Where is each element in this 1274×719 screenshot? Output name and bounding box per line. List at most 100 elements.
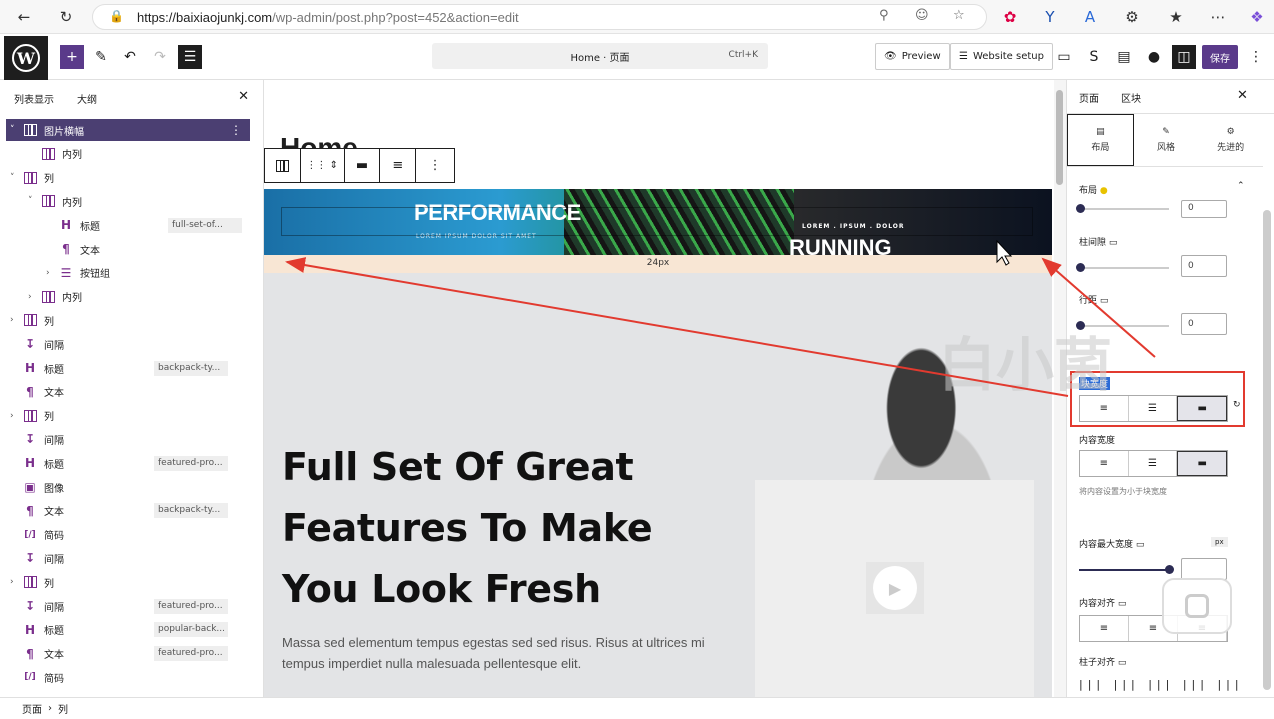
list-item[interactable]: H 标题 popular-back... <box>6 619 250 641</box>
breadcrumb-page[interactable]: 页面 <box>22 701 42 716</box>
block-more-icon[interactable]: ⋮ <box>416 149 454 182</box>
subtab-style[interactable]: ✎ 风格 <box>1134 114 1199 166</box>
chevron-down-icon[interactable]: ˅ <box>10 125 20 135</box>
favorites-icon[interactable]: ★ <box>1164 5 1188 29</box>
list-item[interactable]: › 内列 <box>6 286 250 308</box>
extension-translate-icon[interactable]: A <box>1078 5 1102 29</box>
content-width-full-icon[interactable]: ▬ <box>1177 451 1228 476</box>
tab-outline[interactable]: 大纲 <box>77 91 97 106</box>
document-icon[interactable]: ▤ <box>1112 45 1136 69</box>
drag-move-icon[interactable]: ⋮⋮ ⇕ <box>301 149 345 182</box>
list-item[interactable]: › 列 <box>6 571 250 593</box>
extensions-puzzle-icon[interactable]: ⚙ <box>1120 5 1144 29</box>
list-item[interactable]: › ☰ 按钮组 <box>6 262 250 284</box>
list-item[interactable]: ▣ 图像 <box>6 476 250 498</box>
layout-section-title[interactable]: 布局 ● <box>1079 183 1108 196</box>
chevron-right-icon[interactable]: › <box>10 411 20 421</box>
subtab-layout[interactable]: ▤ 布局 <box>1067 114 1134 166</box>
tab-list-view[interactable]: 列表显示 <box>14 91 54 106</box>
chevron-right-icon[interactable]: › <box>10 577 20 587</box>
list-item[interactable]: ↧ 间隔 <box>6 333 250 355</box>
settings-sidebar-icon[interactable]: ◫ <box>1172 45 1196 69</box>
list-item[interactable]: [/] 简码 <box>6 524 250 546</box>
list-item[interactable]: ˅ 图片横幅 ⋮ <box>6 119 250 141</box>
column-gap-input[interactable]: 0 <box>1181 255 1227 277</box>
chevron-down-icon[interactable]: ˅ <box>10 173 20 183</box>
item-options-icon[interactable]: ⋮ <box>230 123 242 137</box>
save-button[interactable]: 保存 <box>1202 45 1238 69</box>
close-icon[interactable]: ✕ <box>1237 88 1248 103</box>
content-max-width-slider[interactable] <box>1079 565 1174 574</box>
plugin-b-icon[interactable]: ● <box>1142 45 1166 69</box>
chevron-right-icon[interactable]: › <box>10 315 20 325</box>
preview-button[interactable]: 👁 Preview <box>875 43 950 70</box>
website-setup-button[interactable]: ☰ Website setup <box>950 43 1053 70</box>
row-spacing-input[interactable]: 0 <box>1181 313 1227 335</box>
list-item[interactable]: H 标题 full-set-of... <box>6 214 250 236</box>
chevron-right-icon[interactable]: › <box>28 292 38 302</box>
zoom-icon[interactable]: ⚲ <box>879 8 889 23</box>
list-item[interactable]: ¶ 文本 featured-pro... <box>6 643 250 665</box>
styles-icon[interactable]: S <box>1082 45 1106 69</box>
floating-video-icon[interactable] <box>1162 578 1232 634</box>
column-align-options-icon[interactable]: ||| ||| ||| ||| ||| <box>1079 678 1244 691</box>
chevron-down-icon[interactable]: ˅ <box>28 196 38 206</box>
content-max-width-input[interactable] <box>1181 558 1227 580</box>
image-banner[interactable]: PERFORMANCE LOREM IPSUM DOLOR SIT AMET L… <box>264 189 1052 255</box>
spacer-block[interactable]: 24px <box>264 255 1052 273</box>
unit-selector[interactable]: px <box>1211 537 1228 547</box>
list-item[interactable]: ¶ 文本 <box>6 381 250 403</box>
list-item[interactable]: › 列 <box>6 405 250 427</box>
extension-y-icon[interactable]: Y <box>1038 5 1062 29</box>
list-item[interactable]: H 标题 backpack-ty... <box>6 357 250 379</box>
device-preview-icon[interactable]: ▭ <box>1052 45 1076 69</box>
copilot-icon[interactable]: ❖ <box>1245 5 1269 29</box>
reader-icon[interactable]: ☺ <box>915 8 929 23</box>
command-palette[interactable]: Home · 页面 Ctrl+K <box>432 43 768 69</box>
sidebar-scrollbar[interactable] <box>1263 210 1271 690</box>
more-menu-icon[interactable]: ⋯ <box>1206 5 1230 29</box>
align-full-icon[interactable]: ▬ <box>345 149 381 182</box>
list-view-icon[interactable]: ☰ <box>178 45 202 69</box>
video-placeholder[interactable]: ▶ <box>755 480 1034 697</box>
tab-block[interactable]: 区块 <box>1121 90 1141 105</box>
list-item[interactable]: ↧ 间隔 featured-pro... <box>6 595 250 617</box>
close-icon[interactable]: ✕ <box>238 89 249 104</box>
list-item[interactable]: ˅ 列 <box>6 167 250 189</box>
undo-icon[interactable]: ↶ <box>118 45 142 69</box>
options-menu-icon[interactable]: ⋮ <box>1244 45 1268 69</box>
list-item[interactable]: [/] 简码 <box>6 666 250 688</box>
reload-icon[interactable]: ↻ <box>54 5 78 29</box>
redo-icon[interactable]: ↷ <box>148 45 172 69</box>
justify-left-icon[interactable]: ≡ <box>380 149 417 182</box>
block-type-columns-icon[interactable] <box>265 149 301 182</box>
content-width-default-icon[interactable]: ≡ <box>1080 451 1129 476</box>
chevron-right-icon[interactable]: › <box>46 268 56 278</box>
edit-pencil-icon[interactable]: ✎ <box>89 45 113 69</box>
list-item[interactable]: ¶ 文本 backpack-ty... <box>6 500 250 522</box>
list-item[interactable]: › 列 <box>6 309 250 331</box>
list-item[interactable]: ˅ 内列 <box>6 190 250 212</box>
tab-page[interactable]: 页面 <box>1079 90 1099 105</box>
subtab-advanced[interactable]: ⚙ 先进的 <box>1198 114 1263 166</box>
row-gap-input[interactable]: 0 <box>1181 200 1227 218</box>
column-gap-slider[interactable] <box>1076 263 1169 272</box>
favorite-star-icon[interactable]: ☆ <box>953 8 965 23</box>
add-block-icon[interactable]: + <box>60 45 84 69</box>
list-item[interactable]: ¶ 文本 <box>6 238 250 260</box>
align-left-icon[interactable]: ≡ <box>1080 616 1129 641</box>
list-item[interactable]: 内列 <box>6 143 250 165</box>
play-icon[interactable]: ▶ <box>873 566 917 610</box>
wordpress-logo[interactable]: W <box>4 36 48 80</box>
back-arrow-icon[interactable]: ← <box>12 5 36 29</box>
row-gap-slider[interactable] <box>1076 204 1169 213</box>
hero-heading[interactable]: Full Set Of Great Features To Make You L… <box>282 437 702 620</box>
address-bar[interactable]: 🔒 https://baixiaojunkj.com/wp-admin/post… <box>92 4 987 30</box>
breadcrumb-columns[interactable]: 列 <box>58 701 68 716</box>
extension-flower-icon[interactable]: ✿ <box>998 5 1022 29</box>
chevron-up-icon[interactable]: ⌃ <box>1237 181 1245 191</box>
content-width-wide-icon[interactable]: ☰ <box>1129 451 1178 476</box>
list-item[interactable]: ↧ 间隔 <box>6 428 250 450</box>
hero-paragraph[interactable]: Massa sed elementum tempus egestas sed s… <box>282 632 722 674</box>
list-item[interactable]: H 标题 featured-pro... <box>6 452 250 474</box>
